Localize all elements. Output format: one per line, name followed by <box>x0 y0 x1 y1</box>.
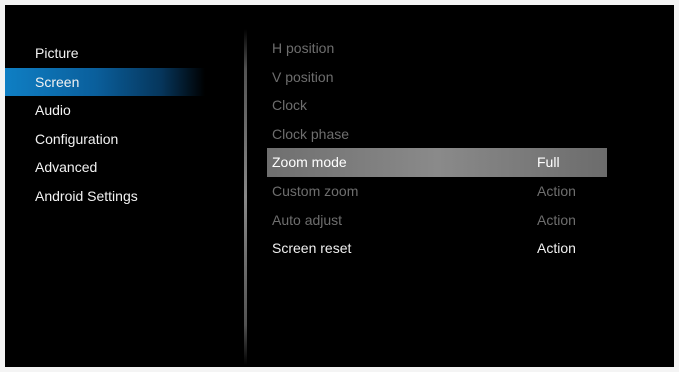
submenu-item-custom-zoom[interactable]: Custom zoom Action <box>267 177 607 206</box>
menu-item-label: Android Settings <box>35 187 138 204</box>
screen-reset-value: Action <box>537 240 576 257</box>
menu-item-screen[interactable]: Screen <box>5 67 205 97</box>
custom-zoom-value: Action <box>537 182 576 199</box>
menu-item-label: Screen <box>35 73 80 90</box>
submenu-item-clock-phase[interactable]: Clock phase <box>267 120 607 149</box>
submenu-item-auto-adjust[interactable]: Auto adjust Action <box>267 206 607 235</box>
submenu-item-label: Clock <box>272 97 308 114</box>
menu-item-picture[interactable]: Picture <box>5 39 205 68</box>
submenu-item-h-position[interactable]: H position <box>267 34 607 63</box>
submenu-item-zoom-mode[interactable]: Zoom mode Full <box>267 148 607 177</box>
submenu-item-label: Auto adjust <box>272 211 343 228</box>
submenu-item-label: Custom zoom <box>272 182 359 199</box>
menu-item-label: Picture <box>35 45 79 61</box>
submenu-item-label: Screen reset <box>272 240 352 257</box>
screen-submenu: H position V position Clock Clock phase … <box>267 34 607 263</box>
menu-item-audio[interactable]: Audio <box>5 96 205 125</box>
submenu-item-label: V position <box>272 68 334 85</box>
menu-item-label: Configuration <box>35 130 119 147</box>
menu-item-advanced[interactable]: Advanced <box>5 153 205 182</box>
main-menu: Picture Screen Audio Configuration Advan… <box>5 39 205 211</box>
menu-item-label: Advanced <box>35 159 98 176</box>
submenu-item-v-position[interactable]: V position <box>267 63 607 92</box>
submenu-item-label: Clock phase <box>272 125 350 142</box>
menu-item-label: Audio <box>35 102 71 119</box>
menu-divider <box>244 29 247 365</box>
submenu-item-label: H position <box>272 40 335 56</box>
submenu-item-clock[interactable]: Clock <box>267 91 607 120</box>
submenu-item-label: Zoom mode <box>272 154 347 171</box>
submenu-item-screen-reset[interactable]: Screen reset Action <box>267 234 607 263</box>
menu-item-configuration[interactable]: Configuration <box>5 125 205 154</box>
menu-item-android-settings[interactable]: Android Settings <box>5 182 205 211</box>
zoom-mode-value: Full <box>537 154 560 171</box>
auto-adjust-value: Action <box>537 211 576 228</box>
osd-screen: Picture Screen Audio Configuration Advan… <box>5 5 674 367</box>
